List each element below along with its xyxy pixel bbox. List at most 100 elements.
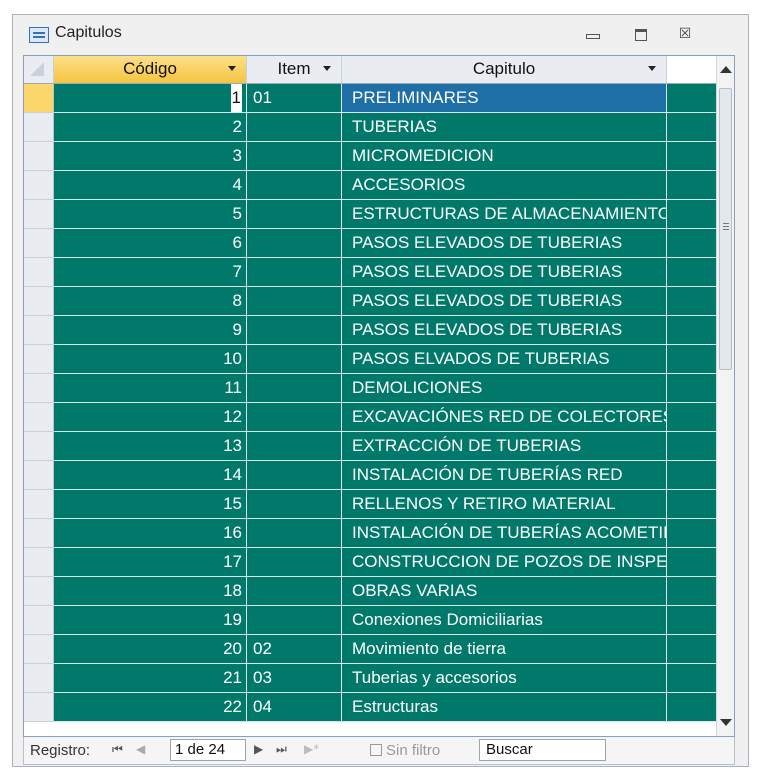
cell-capitulo[interactable]: PASOS ELEVADOS DE TUBERIAS: [342, 258, 667, 287]
next-record-button[interactable]: ▶: [254, 742, 263, 756]
row-selector[interactable]: [24, 606, 54, 635]
chevron-down-icon[interactable]: [323, 66, 331, 71]
cell-empty[interactable]: [667, 490, 722, 519]
cell-empty[interactable]: [667, 200, 722, 229]
cell-item[interactable]: [247, 200, 342, 229]
table-row[interactable]: 3 MICROMEDICION: [24, 142, 722, 171]
row-selector[interactable]: [24, 519, 54, 548]
row-selector[interactable]: [24, 316, 54, 345]
cell-item[interactable]: [247, 113, 342, 142]
cell-codigo[interactable]: 12: [54, 403, 247, 432]
current-record-field[interactable]: 1 de 24: [170, 739, 246, 761]
cell-empty[interactable]: [667, 635, 722, 664]
cell-item[interactable]: [247, 287, 342, 316]
cell-capitulo[interactable]: Conexiones Domiciliarias: [342, 606, 667, 635]
row-selector[interactable]: [24, 258, 54, 287]
table-row[interactable]: 15 RELLENOS Y RETIRO MATERIAL: [24, 490, 722, 519]
row-selector[interactable]: [24, 664, 54, 693]
cell-empty[interactable]: [667, 142, 722, 171]
cell-capitulo[interactable]: ACCESORIOS: [342, 171, 667, 200]
cell-codigo[interactable]: 22: [54, 693, 247, 722]
table-row[interactable]: 18 OBRAS VARIAS: [24, 577, 722, 606]
cell-empty[interactable]: [667, 84, 722, 113]
row-selector[interactable]: [24, 490, 54, 519]
cell-capitulo[interactable]: PASOS ELEVADOS DE TUBERIAS: [342, 316, 667, 345]
cell-empty[interactable]: [667, 171, 722, 200]
cell-codigo[interactable]: 4: [54, 171, 247, 200]
cell-capitulo[interactable]: EXCAVACIÓNES RED DE COLECTORES: [342, 403, 667, 432]
table-row[interactable]: 12 EXCAVACIÓNES RED DE COLECTORES: [24, 403, 722, 432]
cell-empty[interactable]: [667, 113, 722, 142]
close-button[interactable]: ☒: [673, 23, 697, 45]
cell-codigo[interactable]: 7: [54, 258, 247, 287]
table-row[interactable]: 17 CONSTRUCCION DE POZOS DE INSPECCION: [24, 548, 722, 577]
search-input[interactable]: Buscar: [479, 739, 606, 761]
row-selector[interactable]: [24, 548, 54, 577]
cell-capitulo[interactable]: CONSTRUCCION DE POZOS DE INSPECCION: [342, 548, 667, 577]
cell-item[interactable]: [247, 316, 342, 345]
previous-record-button[interactable]: ◀: [136, 742, 145, 756]
cell-capitulo[interactable]: DEMOLICIONES: [342, 374, 667, 403]
cell-codigo[interactable]: 9: [54, 316, 247, 345]
cell-item[interactable]: [247, 403, 342, 432]
cell-item[interactable]: 02: [247, 635, 342, 664]
cell-codigo[interactable]: 14: [54, 461, 247, 490]
cell-empty[interactable]: [667, 664, 722, 693]
cell-item[interactable]: 01: [247, 84, 342, 113]
cell-codigo[interactable]: 3: [54, 142, 247, 171]
table-row[interactable]: 2 TUBERIAS: [24, 113, 722, 142]
restore-button[interactable]: [629, 23, 653, 45]
cell-capitulo[interactable]: INSTALACIÓN DE TUBERÍAS ACOMETIDAS: [342, 519, 667, 548]
cell-codigo[interactable]: 21: [54, 664, 247, 693]
cell-codigo[interactable]: 11: [54, 374, 247, 403]
cell-item[interactable]: 03: [247, 664, 342, 693]
cell-codigo[interactable]: 8: [54, 287, 247, 316]
table-row[interactable]: 1 01 PRELIMINARES: [24, 84, 722, 113]
cell-empty[interactable]: [667, 374, 722, 403]
cell-empty[interactable]: [667, 287, 722, 316]
cell-codigo[interactable]: 6: [54, 229, 247, 258]
row-selector[interactable]: [24, 403, 54, 432]
cell-empty[interactable]: [667, 519, 722, 548]
cell-codigo[interactable]: 13: [54, 432, 247, 461]
cell-item[interactable]: [247, 142, 342, 171]
cell-capitulo[interactable]: EXTRACCIÓN DE TUBERIAS: [342, 432, 667, 461]
cell-codigo[interactable]: 2: [54, 113, 247, 142]
table-row[interactable]: 19 Conexiones Domiciliarias: [24, 606, 722, 635]
cell-codigo[interactable]: 20: [54, 635, 247, 664]
cell-item[interactable]: 04: [247, 693, 342, 722]
cell-item[interactable]: [247, 229, 342, 258]
cell-empty[interactable]: [667, 403, 722, 432]
cell-capitulo[interactable]: MICROMEDICION: [342, 142, 667, 171]
minimize-button[interactable]: [581, 23, 605, 45]
scroll-down-icon[interactable]: [720, 719, 732, 726]
row-selector[interactable]: [24, 461, 54, 490]
cell-codigo[interactable]: 16: [54, 519, 247, 548]
cell-capitulo[interactable]: PRELIMINARES: [342, 84, 667, 113]
row-selector[interactable]: [24, 171, 54, 200]
table-row[interactable]: 6 PASOS ELEVADOS DE TUBERIAS: [24, 229, 722, 258]
row-selector[interactable]: [24, 84, 54, 113]
row-selector[interactable]: [24, 374, 54, 403]
table-row[interactable]: 10 PASOS ELVADOS DE TUBERIAS: [24, 345, 722, 374]
cell-capitulo[interactable]: TUBERIAS: [342, 113, 667, 142]
cell-capitulo[interactable]: Movimiento de tierra: [342, 635, 667, 664]
table-row[interactable]: 22 04 Estructuras: [24, 693, 722, 722]
table-row[interactable]: 21 03 Tuberias y accesorios: [24, 664, 722, 693]
row-selector[interactable]: [24, 113, 54, 142]
cell-capitulo[interactable]: RELLENOS Y RETIRO MATERIAL: [342, 490, 667, 519]
cell-capitulo[interactable]: INSTALACIÓN DE TUBERÍAS RED: [342, 461, 667, 490]
cell-capitulo[interactable]: PASOS ELEVADOS DE TUBERIAS: [342, 287, 667, 316]
table-row[interactable]: 16 INSTALACIÓN DE TUBERÍAS ACOMETIDAS: [24, 519, 722, 548]
cell-capitulo[interactable]: OBRAS VARIAS: [342, 577, 667, 606]
cell-item[interactable]: [247, 577, 342, 606]
cell-codigo[interactable]: 19: [54, 606, 247, 635]
cell-capitulo[interactable]: PASOS ELEVADOS DE TUBERIAS: [342, 229, 667, 258]
first-record-button[interactable]: ⏮: [112, 742, 123, 757]
table-row[interactable]: 13 EXTRACCIÓN DE TUBERIAS: [24, 432, 722, 461]
table-row[interactable]: 4 ACCESORIOS: [24, 171, 722, 200]
cell-empty[interactable]: [667, 432, 722, 461]
chevron-down-icon[interactable]: [648, 66, 656, 71]
table-row[interactable]: 11 DEMOLICIONES: [24, 374, 722, 403]
row-selector[interactable]: [24, 229, 54, 258]
